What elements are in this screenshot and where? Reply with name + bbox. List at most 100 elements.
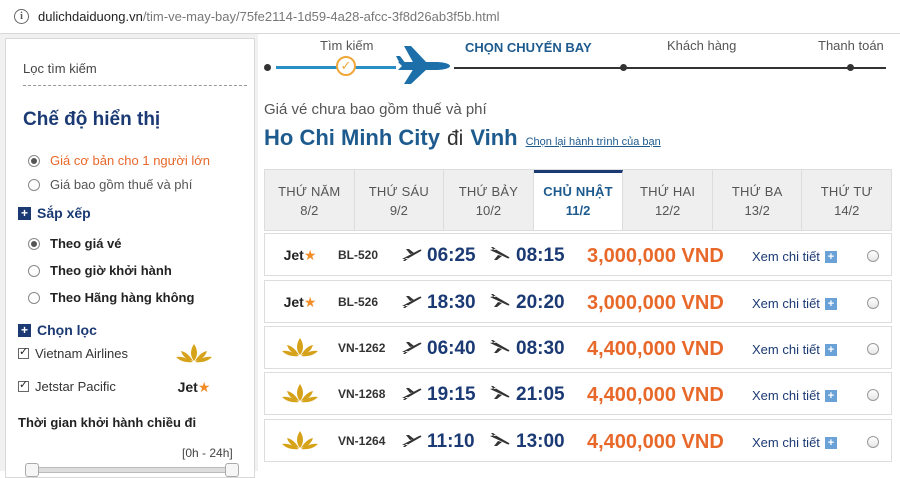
expand-plus-icon[interactable]: +	[824, 343, 837, 356]
select-flight-radio[interactable]	[867, 389, 879, 401]
display-option-label: Giá bao gồm thuế và phí	[50, 177, 193, 192]
sort-option-price[interactable]: Theo giá vé	[28, 236, 122, 251]
flight-row[interactable]: VN-1264 11:10 13:00 4,400,000 VND Xem chi ti…	[264, 419, 892, 462]
arrival-plane-icon	[489, 385, 511, 406]
filter-section-title: Chọn lọc	[37, 322, 97, 338]
view-details-link[interactable]: Xem chi tiết +	[752, 342, 837, 357]
flight-code: VN-1268	[338, 387, 386, 401]
sort-section-header[interactable]: + Sắp xếp	[18, 205, 91, 221]
jetstar-logo-text: Jet	[283, 294, 304, 310]
departure-time-range: [0h - 24h]	[182, 446, 233, 460]
departure-plane-icon	[401, 385, 423, 406]
tab-date: 8/2	[300, 203, 319, 218]
view-details-link[interactable]: Xem chi tiết +	[752, 296, 837, 311]
tab-day: THỨ NĂM	[278, 184, 341, 199]
flight-code: BL-520	[338, 248, 379, 262]
date-tab[interactable]: THỨ NĂM 8/2	[265, 170, 355, 230]
view-details-link[interactable]: Xem chi tiết +	[752, 435, 837, 450]
arrival-plane-icon	[489, 339, 511, 360]
sort-option-time[interactable]: Theo giờ khởi hành	[28, 263, 172, 278]
tab-day: THỨ BA	[731, 184, 783, 199]
date-tabs: THỨ NĂM 8/2 THỨ SÁU 9/2 THỨ BẢY 10/2 CHỦ NH…	[264, 169, 892, 231]
expand-plus-icon[interactable]: +	[18, 323, 31, 337]
airline-filter-vietnam[interactable]: Vietnam Airlines	[18, 345, 128, 361]
filter-section-header[interactable]: + Chọn lọc	[18, 322, 97, 338]
checkbox[interactable]	[18, 345, 29, 359]
flight-row[interactable]: VN-1262 06:40 08:30 4,400,000 VND Xem chi ti…	[264, 326, 892, 369]
expand-plus-icon[interactable]: +	[824, 436, 837, 449]
departure-plane-icon	[401, 339, 423, 360]
date-tab[interactable]: THỨ TƯ 14/2	[802, 170, 891, 230]
departure-time-slider[interactable]	[25, 463, 239, 477]
departure-time: 06:25	[427, 245, 476, 266]
date-tab[interactable]: THỨ HAI 12/2	[623, 170, 713, 230]
display-option-with-tax[interactable]: Giá bao gồm thuế và phí	[28, 177, 192, 192]
tab-day: THỨ HAI	[640, 184, 696, 199]
tab-date: 9/2	[389, 203, 408, 218]
select-flight-radio[interactable]	[867, 297, 879, 309]
step-label-search: Tìm kiếm	[320, 38, 374, 53]
expand-plus-icon[interactable]: +	[18, 206, 31, 220]
flight-price: 3,000,000 VND	[587, 245, 724, 267]
select-flight-radio[interactable]	[867, 436, 879, 448]
arrival-time: 08:30	[516, 338, 565, 359]
view-details-link[interactable]: Xem chi tiết +	[752, 249, 837, 264]
select-flight-radio[interactable]	[867, 343, 879, 355]
radio-button[interactable]	[28, 178, 40, 191]
select-flight-radio[interactable]	[867, 250, 879, 262]
radio-button[interactable]	[28, 291, 40, 304]
view-details-label: Xem chi tiết	[752, 435, 820, 450]
date-tab[interactable]: THỨ BẢY 10/2	[444, 170, 534, 230]
tab-date: 13/2	[744, 203, 770, 218]
flight-price: 4,400,000 VND	[587, 384, 724, 406]
flight-row[interactable]: Jet ★ BL-520 06:25 08:15 3,000,000 VND Xem chi…	[264, 233, 892, 276]
departure-time: 11:10	[427, 431, 475, 452]
lotus-logo	[173, 340, 215, 368]
flight-code: VN-1262	[338, 341, 386, 355]
flight-row[interactable]: Jet ★ BL-526 18:30 20:20 3,000,000 VND Xem chi…	[264, 280, 892, 323]
display-option-base[interactable]: Giá cơ bản cho 1 người lớn	[28, 153, 210, 168]
departure-time: 18:30	[427, 292, 476, 313]
radio-button[interactable]	[28, 154, 40, 167]
arrival-plane-icon	[489, 246, 511, 267]
route-connector: đi	[446, 127, 464, 150]
sort-option-label: Theo giá vé	[50, 236, 122, 251]
star-icon: ★	[303, 293, 317, 310]
arrival-plane-icon	[489, 293, 511, 314]
step-label-customer: Khách hàng	[667, 38, 737, 53]
slider-handle-start[interactable]	[25, 463, 39, 477]
flight-code: BL-526	[338, 295, 379, 309]
tab-day: THỨ SÁU	[368, 184, 429, 199]
filter-sidebar: Lọc tìm kiếm Chế độ hiển thị Giá cơ bản …	[0, 34, 258, 478]
view-details-link[interactable]: Xem chi tiết +	[752, 388, 837, 403]
departure-time: 19:15	[427, 384, 476, 405]
tab-day: THỨ TƯ	[820, 184, 873, 199]
airline-filter-jetstar[interactable]: Jetstar Pacific	[18, 378, 116, 394]
lotus-logo	[279, 380, 321, 408]
change-itinerary-link[interactable]: Chọn lại hành trình của bạn	[526, 136, 661, 148]
date-tab[interactable]: THỨ BA 13/2	[713, 170, 803, 230]
sort-option-airline[interactable]: Theo Hãng hàng không	[28, 290, 194, 305]
radio-button[interactable]	[28, 237, 40, 250]
date-tab[interactable]: THỨ SÁU 9/2	[355, 170, 445, 230]
address-bar[interactable]: i dulichdaiduong.vn /tim-ve-may-bay/75fe…	[0, 0, 900, 34]
radio-button[interactable]	[28, 264, 40, 277]
jetstar-logo-text: Jet	[283, 247, 304, 263]
slider-handle-end[interactable]	[225, 463, 239, 477]
arrival-plane-icon	[489, 432, 511, 453]
tab-date: 14/2	[834, 203, 860, 218]
expand-plus-icon[interactable]: +	[824, 297, 837, 310]
jetstar-logo: Jet ★	[173, 373, 215, 401]
date-tab-active[interactable]: CHỦ NHẬT 11/2	[533, 170, 624, 230]
price-note: Giá vé chưa bao gồm thuế và phí	[264, 101, 487, 118]
departure-plane-icon	[401, 432, 423, 453]
site-info-icon[interactable]: i	[14, 9, 29, 24]
expand-plus-icon[interactable]: +	[824, 389, 837, 402]
route-title: Ho Chi Minh City đi Vinh Chọn lại hành t…	[264, 125, 661, 151]
flight-row[interactable]: VN-1268 19:15 21:05 4,400,000 VND Xem chi ti…	[264, 372, 892, 415]
expand-plus-icon[interactable]: +	[824, 250, 837, 263]
jetstar-logo: Jet ★	[279, 241, 321, 269]
flight-code: VN-1264	[338, 434, 386, 448]
step-label-select-flight: CHỌN CHUYẾN BAY	[465, 40, 592, 55]
checkbox[interactable]	[18, 378, 29, 392]
